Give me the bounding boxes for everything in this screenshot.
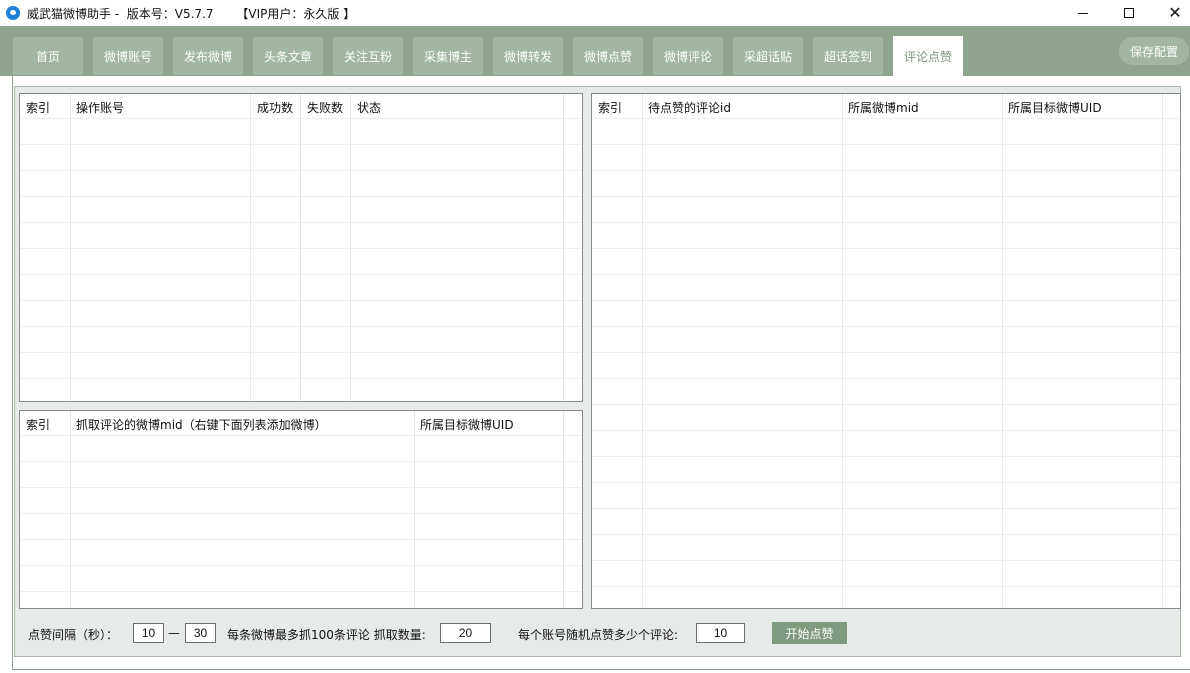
close-icon: ✕ xyxy=(1168,3,1182,22)
column-header-fail-count[interactable]: 失败数 xyxy=(307,99,343,116)
interval-range-dash: — xyxy=(168,626,180,640)
column-header-success-count[interactable]: 成功数 xyxy=(257,99,293,116)
close-button[interactable]: ✕ xyxy=(1152,0,1190,26)
column-header-status[interactable]: 状态 xyxy=(357,99,381,116)
tab-follow-mutual[interactable]: 关注互粉 xyxy=(333,37,403,75)
maximize-button[interactable] xyxy=(1106,0,1152,26)
column-header-comment-id[interactable]: 待点赞的评论id xyxy=(648,99,731,116)
accounts-table[interactable]: 索引 操作账号 成功数 失败数 状态 xyxy=(19,93,583,402)
fetch-count-input[interactable] xyxy=(440,623,491,643)
interval-min-input[interactable] xyxy=(133,623,164,643)
column-header-index[interactable]: 索引 xyxy=(26,416,50,433)
like-interval-label: 点赞间隔（秒）： xyxy=(28,628,119,642)
weibo-mid-table[interactable]: 索引 抓取评论的微博mid（右键下面列表添加微博） 所属目标微博UID xyxy=(19,410,583,609)
tab-bar: 首页 微博账号 发布微博 头条文章 关注互粉 采集博主 微博转发 微博点赞 微博… xyxy=(0,26,1190,76)
save-config-button[interactable]: 保存配置 xyxy=(1119,37,1189,65)
tab-home[interactable]: 首页 xyxy=(13,37,83,75)
tab-collect-bloggers[interactable]: 采集博主 xyxy=(413,37,483,75)
fetch-count-label: 每条微博最多抓100条评论 抓取数量: xyxy=(227,628,426,642)
title-bar[interactable]: 威武猫微博助手 - 版本号：V5.7.7 【VIP用户：永久版 】 ✕ xyxy=(0,0,1190,26)
maximize-icon xyxy=(1124,8,1134,18)
interval-max-input[interactable] xyxy=(185,623,216,643)
tab-supertopic-posts[interactable]: 采超话贴 xyxy=(733,37,803,75)
tab-weibo-like[interactable]: 微博点赞 xyxy=(573,37,643,75)
start-like-button[interactable]: 开始点赞 xyxy=(772,622,847,644)
tab-weibo-accounts[interactable]: 微博账号 xyxy=(93,37,163,75)
tab-headline-articles[interactable]: 头条文章 xyxy=(253,37,323,75)
tab-publish-weibo[interactable]: 发布微博 xyxy=(173,37,243,75)
tab-weibo-repost[interactable]: 微博转发 xyxy=(493,37,563,75)
column-header-account[interactable]: 操作账号 xyxy=(76,99,124,116)
minimize-button[interactable] xyxy=(1060,0,1106,26)
minimize-icon xyxy=(1078,12,1088,14)
column-header-target-uid[interactable]: 所属目标微博UID xyxy=(1008,99,1102,116)
comments-to-like-table[interactable]: 索引 待点赞的评论id 所属微博mid 所属目标微博UID xyxy=(591,93,1181,609)
column-header-weibo-mid[interactable]: 所属微博mid xyxy=(848,99,919,116)
window-title: 威武猫微博助手 - 版本号：V5.7.7 【VIP用户：永久版 】 xyxy=(27,7,356,21)
tab-weibo-comment[interactable]: 微博评论 xyxy=(653,37,723,75)
column-header-index[interactable]: 索引 xyxy=(598,99,622,116)
per-account-likes-label: 每个账号随机点赞多少个评论: xyxy=(518,628,679,642)
tab-supertopic-checkin[interactable]: 超话签到 xyxy=(813,37,883,75)
column-header-weibo-mid[interactable]: 抓取评论的微博mid（右键下面列表添加微博） xyxy=(76,416,327,433)
content-border-bottom xyxy=(12,669,1190,670)
app-icon xyxy=(6,6,20,20)
content-border-left xyxy=(12,76,13,670)
column-header-target-uid[interactable]: 所属目标微博UID xyxy=(420,416,514,433)
tab-comment-like[interactable]: 评论点赞 xyxy=(893,36,963,76)
per-account-likes-input[interactable] xyxy=(696,623,745,643)
column-header-index[interactable]: 索引 xyxy=(26,99,50,116)
